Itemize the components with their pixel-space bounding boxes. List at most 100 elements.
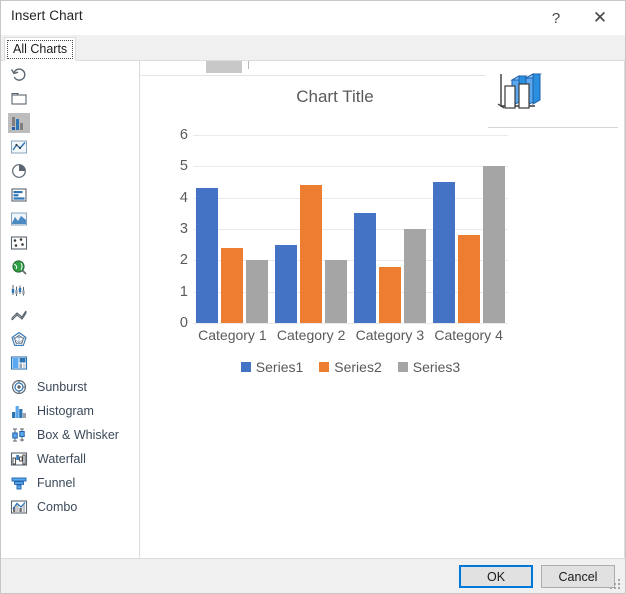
chart-subtype-thumb-3[interactable] [258, 61, 294, 73]
sunburst-chart-icon [8, 377, 30, 397]
grip-dot [618, 587, 620, 589]
page-title: Insert Chart [11, 8, 83, 23]
bar-series1-cat3[interactable] [353, 213, 376, 323]
dialog-footer: OK Cancel [1, 559, 625, 593]
templates-icon [8, 89, 30, 109]
column-chart-icon [8, 113, 30, 133]
bar-series3-cat2[interactable] [325, 260, 348, 323]
legend-swatch-icon [240, 362, 251, 372]
chart-type-item-row-11[interactable] [1, 327, 139, 351]
y-axis-tick-label: 3 [179, 221, 188, 237]
chart-type-label: Funnel [37, 476, 76, 490]
bar-series1-cat1[interactable] [196, 188, 219, 323]
chart-subtype-thumb-2[interactable] [206, 61, 242, 73]
chart-type-label: Combo [37, 500, 78, 514]
bar-series2-cat1[interactable] [221, 247, 244, 323]
tab-all-charts[interactable]: All Charts [4, 37, 77, 61]
legend-entry-series2[interactable]: Series2 [319, 359, 382, 375]
chart-type-item-row-5[interactable] [1, 183, 139, 207]
cancel-button[interactable]: Cancel [541, 565, 615, 588]
subtype-separator [248, 61, 249, 69]
bar-series3-cat1[interactable] [246, 260, 269, 323]
line-chart-icon [8, 137, 30, 157]
ok-button[interactable]: OK [459, 565, 533, 588]
chart-type-item-waterfall[interactable]: Waterfall [1, 447, 139, 471]
pie-chart-icon [8, 161, 30, 181]
x-axis-category-label: Category 4 [434, 327, 503, 343]
stock-chart-icon [8, 281, 30, 301]
map-chart-icon [8, 257, 30, 277]
chart-subtype-thumb-6[interactable] [414, 61, 450, 73]
chart-type-item-row-7[interactable] [1, 231, 139, 255]
chart-type-item-row-4[interactable] [1, 159, 139, 183]
chart-subtype-strip[interactable] [140, 61, 485, 75]
chart-type-item-box-whisker[interactable]: Box & Whisker [1, 423, 139, 447]
y-axis-tick-label: 2 [179, 252, 188, 269]
grip-dot [610, 587, 612, 589]
chart-type-item-combo[interactable]: Combo [1, 495, 139, 519]
chart-type-item-funnel[interactable]: Funnel [1, 471, 139, 495]
bar-group [353, 135, 426, 323]
pane-edge [624, 61, 625, 558]
chart-type-item-row-2[interactable] [1, 111, 139, 135]
x-axis-category-label: Category 1 [198, 327, 267, 343]
dialog-body: Sunburst Histogram Box & Whisker Waterfall F… [1, 61, 625, 559]
bar-series2-cat2[interactable] [300, 185, 323, 323]
bar-series1-cat2[interactable] [275, 244, 298, 323]
legend-swatch-icon [319, 362, 330, 372]
chart-legend: Series1 Series2 Series3 [193, 359, 508, 375]
bar-series2-cat3[interactable] [378, 266, 401, 323]
chart-type-item-sunburst[interactable]: Sunburst [1, 375, 139, 399]
y-axis-tick-label: 5 [179, 158, 188, 175]
chart-subtype-thumb-5[interactable] [362, 61, 398, 73]
grip-dot [618, 579, 620, 581]
chart-type-item-row-12[interactable] [1, 351, 139, 375]
legend-entry-series3[interactable]: Series3 [397, 359, 460, 375]
chart-title: Chart Title [296, 87, 374, 106]
bar-series3-cat4[interactable] [482, 166, 505, 323]
legend-entry-series1[interactable]: Series1 [240, 359, 304, 375]
bar-group [275, 135, 348, 323]
area-chart-icon [8, 209, 30, 229]
grip-dot [618, 583, 620, 585]
y-axis-tick-label: 4 [179, 189, 188, 206]
chart-subtype-thumb-7[interactable] [466, 61, 485, 73]
chart-type-item-row-8[interactable] [1, 255, 139, 279]
bar-group [196, 135, 269, 323]
boxwhisker-chart-icon [8, 425, 30, 445]
recent-icon [8, 65, 30, 85]
bar-series2-cat4[interactable] [457, 235, 480, 323]
grip-dot [614, 587, 616, 589]
chart-type-item-histogram[interactable]: Histogram [1, 399, 139, 423]
chart-type-label: Histogram [37, 404, 94, 418]
resize-grip[interactable] [610, 579, 622, 591]
y-axis-tick-label: 0 [179, 315, 188, 331]
bar-series3-cat3[interactable] [403, 229, 426, 323]
chart-type-item-row-6[interactable] [1, 207, 139, 231]
tab-strip: All Charts [1, 35, 625, 61]
x-axis-category-label: Category 2 [276, 327, 346, 343]
funnel-chart-icon [8, 473, 30, 493]
chart-subtype-thumb-4[interactable] [310, 61, 346, 73]
chart-type-item-row-10[interactable] [1, 303, 139, 327]
chart-type-item-row-3[interactable] [1, 135, 139, 159]
bar-series1-cat4[interactable] [432, 182, 455, 323]
chart-preview: Chart Title 0123456 Series1 Series2 Series… [140, 77, 580, 397]
title-bar: Insert Chart ? ✕ [1, 1, 625, 35]
chart-type-list[interactable]: Sunburst Histogram Box & Whisker Waterfall F… [1, 61, 139, 558]
chart-type-item-row-9[interactable] [1, 279, 139, 303]
legend-swatch-icon [397, 362, 408, 372]
chart-type-item-row-0[interactable] [1, 63, 139, 87]
close-icon[interactable]: ✕ [579, 1, 621, 35]
radar-chart-icon [8, 329, 30, 349]
legend-label: Series2 [334, 359, 382, 375]
tab-all-charts-label: All Charts [13, 42, 68, 56]
gridline [193, 323, 508, 324]
chart-subtype-thumb-1[interactable] [154, 61, 190, 73]
legend-label: Series1 [255, 359, 304, 375]
help-icon[interactable]: ? [535, 1, 577, 35]
surface-chart-icon [8, 305, 30, 325]
x-axis-category-label: Category 3 [355, 327, 425, 343]
scatter-chart-icon [8, 233, 30, 253]
chart-type-item-row-1[interactable] [1, 87, 139, 111]
